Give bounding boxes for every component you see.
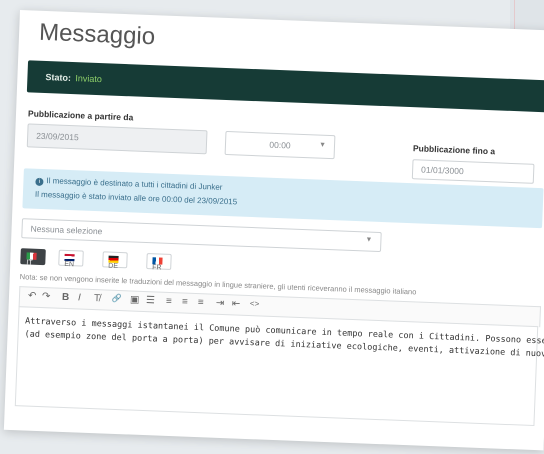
caret-down-icon: ▼ xyxy=(318,141,327,149)
status-value: Inviato xyxy=(75,73,103,85)
flag-en-icon xyxy=(64,253,75,262)
pub-from-time-select[interactable]: 00:00 ▼ xyxy=(224,130,336,160)
tab-lang-de[interactable]: DE xyxy=(102,251,128,271)
recipient-placeholder: Nessuna selezione xyxy=(30,223,103,237)
pub-from-label: Pubblicazione a partire da xyxy=(27,108,134,123)
message-editor[interactable]: Attraverso i messaggi istantanei il Comu… xyxy=(14,306,544,427)
bold-button[interactable]: B xyxy=(62,292,70,303)
status-label: Stato: xyxy=(45,72,72,84)
align-left-icon[interactable]: ≡ xyxy=(166,296,172,307)
pub-to-label: Pubblicazione fino a xyxy=(412,143,496,157)
page-title: Messaggio xyxy=(38,18,156,51)
flag-de-icon xyxy=(108,255,119,263)
undo-icon[interactable]: ↶ xyxy=(28,291,37,302)
time-value: 00:00 xyxy=(269,139,291,151)
flag-fr-icon xyxy=(152,257,163,265)
info-text-1: Il messaggio è destinato a tutti i citta… xyxy=(46,176,223,192)
recipient-select[interactable]: Nessuna selezione ▼ xyxy=(21,218,382,253)
link-icon[interactable]: 🔗 xyxy=(112,294,122,303)
caret-down-icon: ▼ xyxy=(365,236,373,244)
list-icon[interactable]: ☰ xyxy=(146,295,155,306)
redo-icon[interactable]: ↷ xyxy=(42,291,51,302)
status-bar: Stato: Inviato xyxy=(26,60,544,113)
lang-label: IT xyxy=(26,259,33,268)
image-icon[interactable]: ▣ xyxy=(130,294,140,305)
align-center-icon[interactable]: ≡ xyxy=(182,296,188,307)
lang-label: DE xyxy=(108,262,119,271)
pub-to-date-input[interactable]: 01/01/3000 xyxy=(411,159,535,184)
align-right-icon[interactable]: ≡ xyxy=(198,297,204,308)
outdent-icon[interactable]: ⇤ xyxy=(232,298,241,309)
flag-it-icon xyxy=(26,252,37,260)
tab-lang-it[interactable]: IT xyxy=(20,248,46,268)
pub-from-date-input[interactable]: 23/09/2015 xyxy=(26,123,208,155)
tab-lang-en[interactable]: EN xyxy=(58,249,84,269)
language-tabs: IT EN DE FR xyxy=(20,248,172,272)
code-icon[interactable]: <> xyxy=(250,299,260,308)
info-icon: i xyxy=(35,177,44,187)
lang-label: FR xyxy=(152,264,162,272)
message-card: Messaggio Stato: Inviato Pubblicazione a… xyxy=(3,10,544,451)
clear-format-icon[interactable]: T̸ xyxy=(94,293,101,304)
indent-icon[interactable]: ⇥ xyxy=(216,298,225,309)
italic-button[interactable]: I xyxy=(78,292,81,303)
lang-label: EN xyxy=(64,261,75,269)
tab-lang-fr[interactable]: FR xyxy=(146,253,172,272)
